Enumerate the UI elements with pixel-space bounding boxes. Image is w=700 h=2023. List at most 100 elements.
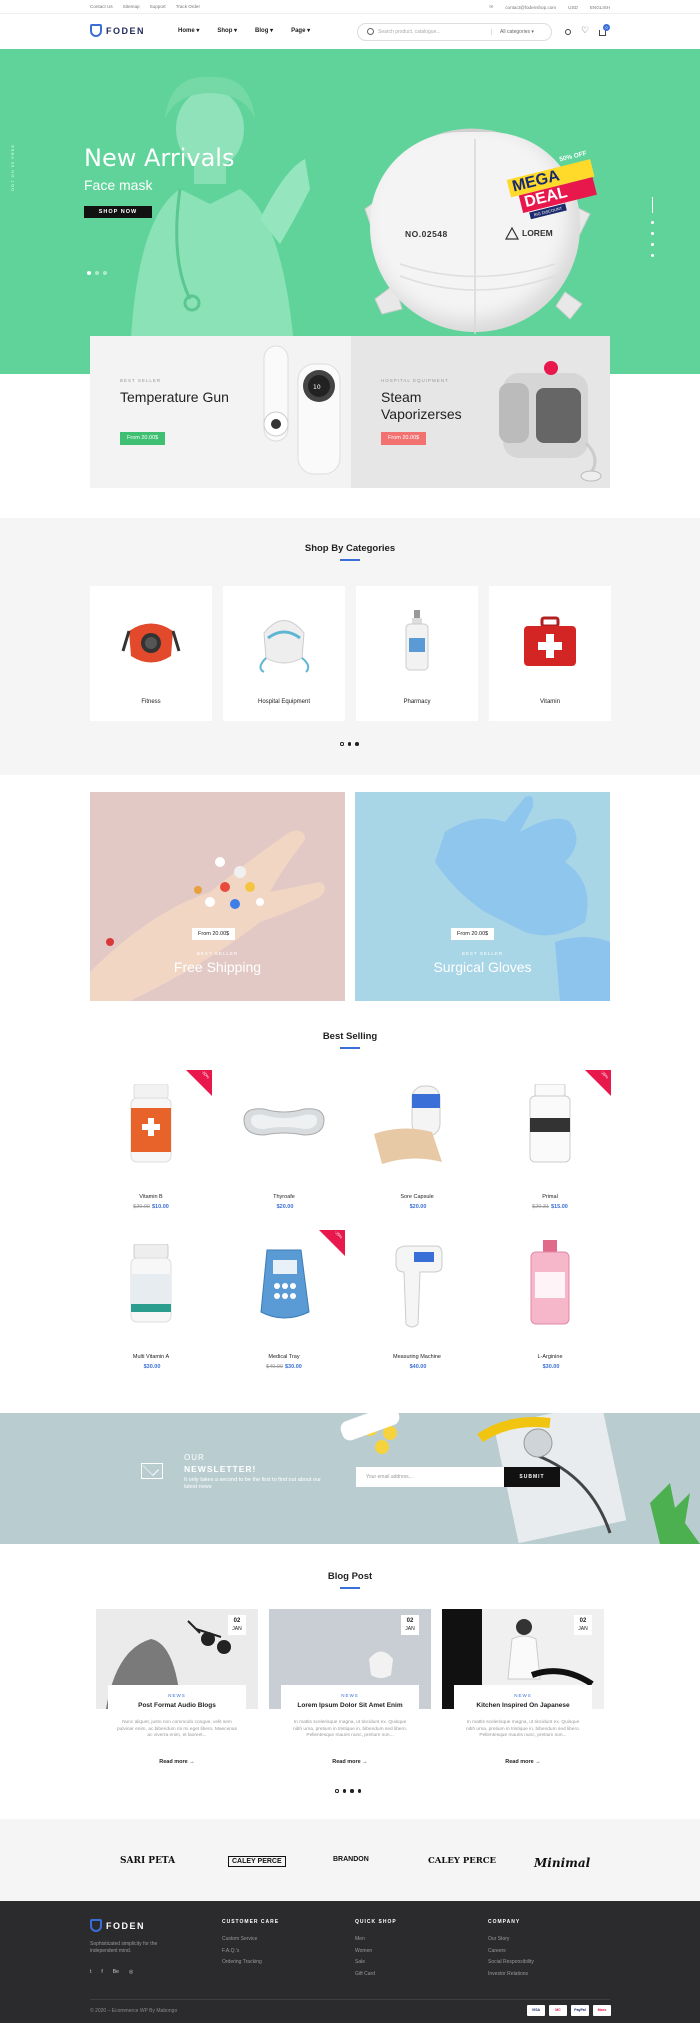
blog-post-card[interactable]: 02 JAN NEWS Post Format Audio Blogs Nunc … (96, 1609, 258, 1784)
blog-post-card[interactable]: 02 JAN NEWS Lorem Ipsum Dolor Sit Amet En… (269, 1609, 431, 1784)
brand-logo[interactable]: CALEY PERCE (428, 1856, 496, 1866)
promo-price[interactable]: From 20.00$ (451, 928, 495, 940)
footer-link[interactable]: Gift Card (355, 1969, 397, 1981)
product-name[interactable]: Vitamin B (90, 1194, 212, 1200)
footer-link[interactable]: Our Story (488, 1934, 534, 1946)
carousel-dot[interactable] (342, 1789, 346, 1793)
footer-link[interactable]: Men (355, 1934, 397, 1946)
category-card-vitamin[interactable]: Vitamin (489, 586, 611, 721)
feature-price[interactable]: From 20.00$ (120, 432, 166, 445)
nav-blog[interactable]: Blog ▾ (255, 27, 273, 34)
carousel-dot[interactable] (357, 1789, 361, 1793)
search-category-label: All categories (500, 29, 531, 35)
carousel-dot[interactable] (355, 742, 359, 746)
promo-banner-surgical-gloves[interactable]: From 20.00$ BEST SELLER Surgical Gloves (355, 792, 610, 1001)
carousel-dot[interactable] (340, 742, 344, 746)
brand-logo[interactable]: Minimal (534, 1856, 590, 1870)
footer-link[interactable]: Custom Service (222, 1934, 279, 1946)
product-card[interactable]: Multi Vitamin A $30.00 (90, 1230, 212, 1380)
product-card[interactable]: Thyroafe $20.00 (223, 1070, 345, 1220)
carousel-dot[interactable] (347, 742, 351, 746)
product-card[interactable]: Measuring Machine $40.00 (356, 1230, 478, 1380)
post-title[interactable]: Post Format Audio Blogs (108, 1702, 246, 1710)
instagram-icon[interactable]: ◎ (129, 1969, 133, 1975)
hero-social-links (651, 197, 654, 257)
twitter-icon[interactable] (651, 221, 654, 224)
topbar-link-sitemap[interactable]: Sitemap (123, 4, 140, 9)
product-card[interactable]: -50% Vitamin B $20.00 $10.00 (90, 1069, 212, 1220)
instagram-icon[interactable] (651, 254, 654, 257)
shop-now-button[interactable]: SHOP NOW (84, 206, 152, 218)
product-name[interactable]: L-Arginine (489, 1354, 611, 1360)
feature-banner-temperature-gun[interactable]: BEST SELLER Temperature Gun From 20.00$ … (90, 336, 351, 488)
footer-link[interactable]: Sale (355, 1957, 397, 1969)
wishlist-icon[interactable] (581, 25, 589, 36)
carousel-dot[interactable] (335, 1789, 339, 1793)
behance-icon[interactable]: Be (113, 1969, 119, 1975)
nav-shop[interactable]: Shop ▾ (217, 27, 237, 34)
newsletter-submit-button[interactable]: SUBMIT (504, 1467, 560, 1487)
category-card-fitness[interactable]: Fitness (90, 586, 212, 721)
brand-logo[interactable]: CALEY PERCE (228, 1856, 286, 1867)
facebook-icon[interactable] (651, 232, 654, 235)
hero-dot[interactable] (87, 271, 91, 275)
product-card[interactable]: L-Arginine $30.00 (489, 1230, 611, 1380)
carousel-dot[interactable] (350, 1789, 354, 1793)
newsletter-our: OUR (184, 1453, 205, 1462)
logo[interactable]: FODEN (90, 24, 145, 37)
product-name[interactable]: Primal (489, 1194, 611, 1200)
topbar-email[interactable]: contact@fodenshop.com (505, 5, 556, 10)
product-name[interactable]: Thyroafe (223, 1194, 345, 1200)
read-more-link[interactable]: Read more → (454, 1759, 592, 1765)
search-input[interactable]: Search product, catalogue... (358, 28, 491, 35)
promo-price[interactable]: From 20.00$ (192, 928, 236, 940)
brand-logo[interactable]: SARI PETA (120, 1856, 175, 1866)
footer-link[interactable]: Investor Relations (488, 1969, 534, 1981)
nav-page[interactable]: Page ▾ (291, 27, 310, 34)
twitter-icon[interactable]: t (90, 1969, 91, 1975)
hero-dot[interactable] (103, 271, 107, 275)
read-more-link[interactable]: Read more → (108, 1759, 246, 1765)
language-select[interactable]: ENGLISH (590, 5, 610, 10)
read-more-link[interactable]: Read more → (281, 1759, 419, 1765)
feature-price[interactable]: From 20.00$ (381, 432, 427, 445)
newsletter-email-input[interactable]: Your email address... (356, 1467, 504, 1487)
nav-home[interactable]: Home ▾ (178, 27, 199, 34)
post-title[interactable]: Kitchen Inspired On Japanese (454, 1702, 592, 1710)
footer: FODEN Sophisticated simplicity for the i… (0, 1901, 700, 2023)
product-card[interactable]: -26% Primal $20.31 $15.00 (489, 1069, 611, 1220)
footer-link[interactable]: Ordering Tracking (222, 1957, 279, 1969)
facebook-icon[interactable]: f (101, 1969, 102, 1975)
hero-dot[interactable] (95, 271, 99, 275)
post-tag[interactable]: NEWS (454, 1693, 592, 1698)
footer-link[interactable]: Careers (488, 1946, 534, 1958)
cart-icon[interactable]: 0 (599, 24, 610, 36)
post-tag[interactable]: NEWS (281, 1693, 419, 1698)
blog-post-card[interactable]: 02 JAN NEWS Kitchen Inspired On Japanese … (442, 1609, 604, 1784)
footer-link[interactable]: Women (355, 1946, 397, 1958)
category-card-pharmacy[interactable]: Pharmacy (356, 586, 478, 721)
product-card[interactable]: Sore Capsule $20.00 (356, 1070, 478, 1220)
currency-select[interactable]: USD (568, 5, 578, 10)
post-title[interactable]: Lorem Ipsum Dolor Sit Amet Enim (281, 1702, 419, 1710)
topbar-link-contact[interactable]: Contact Us (90, 4, 113, 9)
footer-logo[interactable]: FODEN (90, 1919, 145, 1932)
topbar-link-support[interactable]: Support (150, 4, 166, 9)
user-icon[interactable] (565, 29, 571, 35)
feature-banner-steam-vaporizer[interactable]: HOSPITAL EQUIPMENT Steam Vaporizerses Fr… (351, 336, 610, 488)
product-card[interactable]: -25% Medical Tray $40.00 $30.00 (223, 1229, 345, 1380)
brand-logo[interactable]: BRANDON (333, 1856, 369, 1863)
product-name[interactable]: Sore Capsule (356, 1194, 478, 1200)
behance-icon[interactable] (651, 243, 654, 246)
search-category-select[interactable]: All categories ▾ (491, 29, 551, 35)
product-name[interactable]: Multi Vitamin A (90, 1354, 212, 1360)
post-tag[interactable]: NEWS (108, 1693, 246, 1698)
footer-link[interactable]: F.A.Q.'s (222, 1946, 279, 1958)
product-name[interactable]: Medical Tray (223, 1354, 345, 1360)
topbar-link-track[interactable]: Track Order (176, 4, 200, 9)
product-name[interactable]: Measuring Machine (356, 1354, 478, 1360)
footer-link[interactable]: Social Responsibility (488, 1957, 534, 1969)
promo-banner-free-shipping[interactable]: From 20.00$ BEST SELLER Free Shipping (90, 792, 345, 1001)
search-bar[interactable]: Search product, catalogue... All categor… (357, 23, 552, 41)
category-card-hospital-equipment[interactable]: Hospital Equipment (223, 586, 345, 721)
